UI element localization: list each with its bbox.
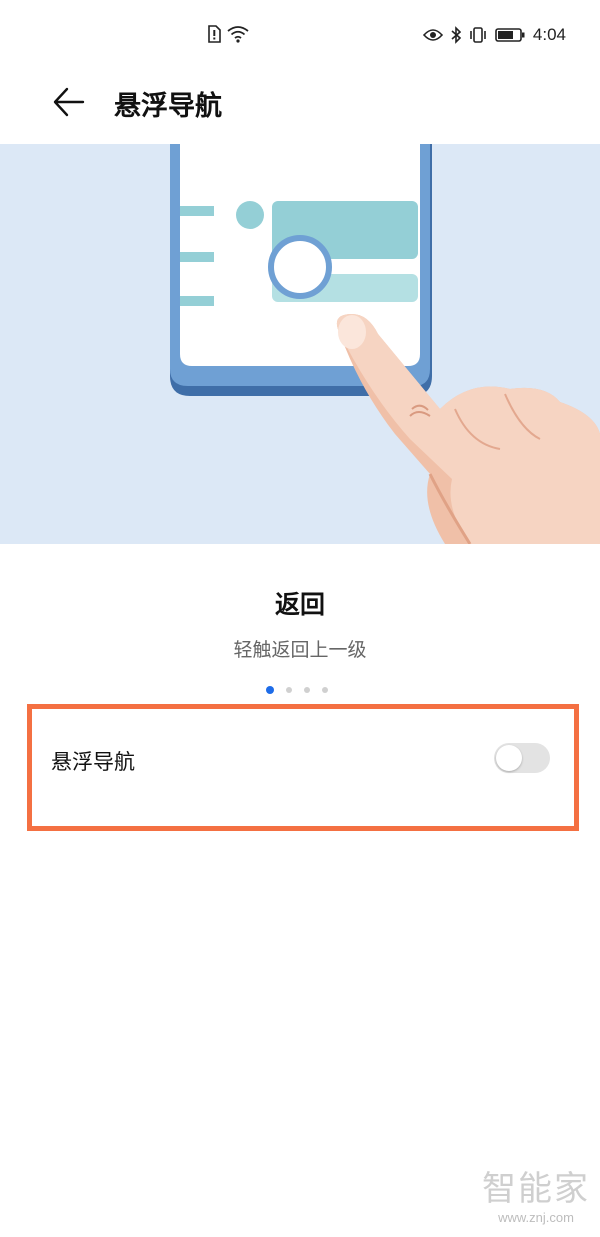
wifi-icon xyxy=(227,25,249,43)
status-bar: 4:04 xyxy=(0,0,600,72)
battery-icon xyxy=(495,27,525,43)
page-indicator xyxy=(266,686,328,694)
arrow-left-icon xyxy=(51,85,85,119)
status-left-icons xyxy=(207,25,249,43)
page-dot[interactable] xyxy=(304,687,310,693)
back-button[interactable] xyxy=(48,82,88,122)
page-title: 悬浮导航 xyxy=(114,91,222,122)
bluetooth-icon xyxy=(451,26,461,44)
toggle-knob xyxy=(496,745,522,771)
status-right-icons: 4:04 xyxy=(422,25,566,45)
sim-alert-icon xyxy=(207,25,221,43)
watermark: 智能家 www.znj.com xyxy=(482,1161,590,1225)
eye-comfort-icon xyxy=(422,28,443,42)
setting-label: 悬浮导航 xyxy=(51,750,135,774)
gesture-illustration xyxy=(170,144,600,544)
vibrate-icon xyxy=(469,26,487,44)
tip-title: 返回 xyxy=(274,590,325,619)
floating-nav-toggle[interactable] xyxy=(494,743,550,773)
status-time: 4:04 xyxy=(532,25,566,44)
watermark-url: www.znj.com xyxy=(498,1210,574,1225)
tip-description: 轻触返回上一级 xyxy=(233,639,367,661)
watermark-logo: 智能家 xyxy=(482,1169,590,1209)
page-dot-active[interactable] xyxy=(266,686,274,694)
page-dot[interactable] xyxy=(322,687,328,693)
page-dot[interactable] xyxy=(286,687,292,693)
tutorial-illustration xyxy=(0,144,600,544)
app-header: 悬浮导航 xyxy=(0,72,600,144)
floating-nav-setting-row[interactable]: 悬浮导航 xyxy=(32,709,574,826)
